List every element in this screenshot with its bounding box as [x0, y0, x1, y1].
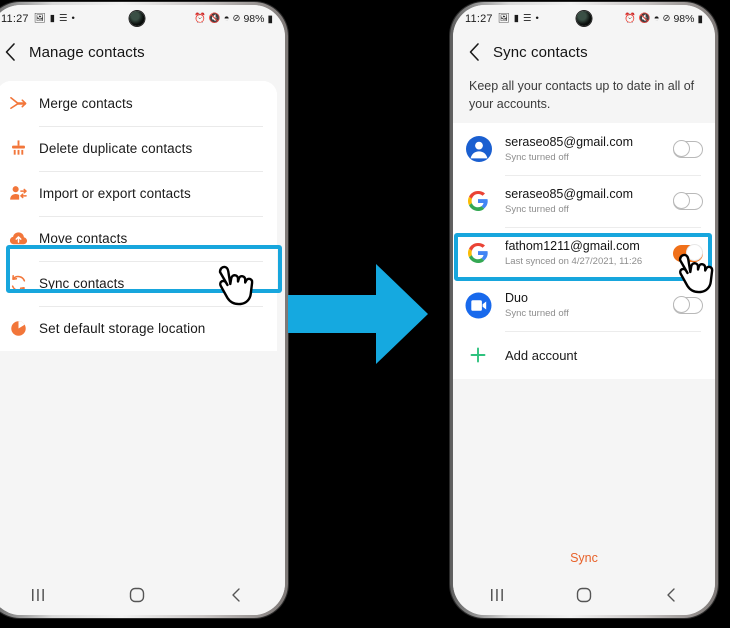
sync-button-container: Sync — [453, 547, 715, 569]
person-transfer-icon — [0, 171, 39, 216]
sync-refresh-icon — [0, 261, 39, 306]
page-title: Manage contacts — [29, 43, 145, 61]
alarm-icon: ⏰ — [194, 13, 206, 25]
alarm-icon: ⏰ — [624, 13, 636, 25]
toggle-knob — [672, 140, 690, 158]
dot-icon: • — [535, 13, 539, 25]
menu-item-label: Merge contacts — [39, 96, 133, 111]
nav-bar-right — [453, 575, 715, 615]
camera-punch-hole — [129, 11, 145, 26]
status-left-icons: 🖼 ▮ ☰ • — [34, 14, 75, 24]
page-title: Sync contacts — [493, 43, 588, 61]
status-right-icons: ⏰ 🔇 ◓ ⊘ 98% ▮ — [624, 13, 703, 25]
status-bar-left: 11:27 🖼 ▮ ☰ • ⏰ 🔇 ◓ ⊘ 98% ▮ — [0, 5, 285, 33]
menu-item-label: Sync contacts — [39, 276, 125, 291]
account-info: fathom1211@gmail.com Last synced on 4/27… — [505, 239, 673, 267]
samsung-account-icon — [465, 135, 505, 163]
sync-description: Keep all your contacts up to date in all… — [469, 79, 695, 112]
status-time: 11:27 — [465, 13, 493, 25]
dot-icon: • — [71, 13, 75, 25]
home-icon[interactable] — [561, 581, 607, 609]
phone-right-screen: 11:27 🖼 ▮ ☰ • ⏰ 🔇 ◓ ⊘ 98% ▮ Sync contact… — [453, 5, 715, 615]
mail-icon: ☰ — [59, 13, 68, 25]
comparison-figure: 11:27 🖼 ▮ ☰ • ⏰ 🔇 ◓ ⊘ 98% ▮ Manage conta… — [0, 0, 730, 628]
image-icon: 🖼 — [497, 13, 510, 25]
account-name: seraseo85@gmail.com — [505, 187, 634, 202]
sim-icon: ▮ — [513, 13, 520, 25]
wifi-icon: ◓ — [223, 13, 230, 25]
menu-item-import-export-contacts[interactable]: Import or export contacts — [0, 171, 277, 216]
dnd-icon: ⊘ — [662, 13, 671, 25]
back-chevron-icon[interactable] — [463, 41, 485, 63]
menu-item-merge-contacts[interactable]: Merge contacts — [0, 81, 277, 126]
home-icon[interactable] — [114, 581, 160, 609]
status-bar-right: 11:27 🖼 ▮ ☰ • ⏰ 🔇 ◓ ⊘ 98% ▮ — [453, 5, 715, 33]
sync-button[interactable]: Sync — [560, 547, 608, 569]
wifi-icon: ◓ — [653, 13, 660, 25]
menu-item-label: Set default storage location — [39, 321, 206, 336]
account-row-google-seraseo85[interactable]: seraseo85@gmail.com Sync turned off — [453, 175, 715, 228]
add-account-label: Add account — [505, 347, 578, 363]
account-name: fathom1211@gmail.com — [505, 239, 640, 254]
account-status: Last synced on 4/27/2021, 11:26 — [505, 256, 643, 268]
dnd-icon: ⊘ — [232, 13, 241, 25]
mute-icon: 🔇 — [208, 13, 221, 25]
battery-percent: 98% — [243, 13, 265, 25]
account-sync-toggle[interactable] — [672, 140, 703, 158]
account-status: Sync turned off — [505, 204, 569, 216]
google-icon — [465, 188, 505, 214]
battery-percent: 98% — [673, 13, 695, 25]
account-info: seraseo85@gmail.com Sync turned off — [505, 135, 673, 163]
mail-icon: ☰ — [523, 13, 532, 25]
menu-item-label: Import or export contacts — [39, 186, 191, 201]
app-bar-right: Sync contacts — [453, 33, 715, 71]
plus-icon — [465, 346, 505, 364]
status-time: 11:27 — [1, 13, 29, 25]
back-icon[interactable] — [213, 581, 259, 609]
account-status: Sync turned off — [505, 152, 569, 164]
account-name: Duo — [505, 291, 528, 306]
status-right-icons: ⏰ 🔇 ◓ ⊘ 98% ▮ — [194, 13, 273, 25]
menu-item-delete-duplicate-contacts[interactable]: Delete duplicate contacts — [0, 126, 277, 171]
account-info: Duo Sync turned off — [505, 291, 673, 319]
broom-icon — [0, 126, 39, 171]
status-left-icons: 🖼 ▮ ☰ • — [498, 14, 539, 24]
app-bar-left: Manage contacts — [0, 33, 285, 71]
add-account-row[interactable]: Add account — [453, 331, 715, 380]
back-icon[interactable] — [648, 581, 694, 609]
right-arrow-icon — [288, 262, 430, 366]
menu-item-label: Move contacts — [39, 231, 128, 246]
pie-storage-icon — [0, 306, 39, 351]
toggle-knob — [672, 192, 690, 210]
tapping-hand-icon — [666, 243, 728, 305]
cloud-upload-icon — [0, 216, 39, 261]
duo-icon — [465, 292, 505, 319]
account-row-samsung[interactable]: seraseo85@gmail.com Sync turned off — [453, 123, 715, 176]
tapping-hand-icon — [206, 255, 268, 317]
image-icon: 🖼 — [33, 13, 46, 25]
battery-icon: ▮ — [267, 13, 273, 25]
account-info: seraseo85@gmail.com Sync turned off — [505, 187, 673, 215]
back-chevron-icon[interactable] — [0, 41, 21, 63]
camera-punch-hole — [576, 11, 592, 26]
account-status: Sync turned off — [505, 308, 569, 320]
recents-icon[interactable] — [15, 581, 61, 609]
sim-icon: ▮ — [49, 13, 56, 25]
battery-icon: ▮ — [697, 13, 703, 25]
phone-right: 11:27 🖼 ▮ ☰ • ⏰ 🔇 ◓ ⊘ 98% ▮ Sync contact… — [450, 2, 718, 618]
recents-icon[interactable] — [474, 581, 520, 609]
merge-arrows-icon — [0, 81, 39, 126]
mute-icon: 🔇 — [638, 13, 651, 25]
google-icon — [465, 240, 505, 266]
account-name: seraseo85@gmail.com — [505, 135, 634, 150]
nav-bar-left — [0, 575, 285, 615]
account-sync-toggle[interactable] — [672, 192, 703, 210]
menu-item-label: Delete duplicate contacts — [39, 141, 193, 156]
